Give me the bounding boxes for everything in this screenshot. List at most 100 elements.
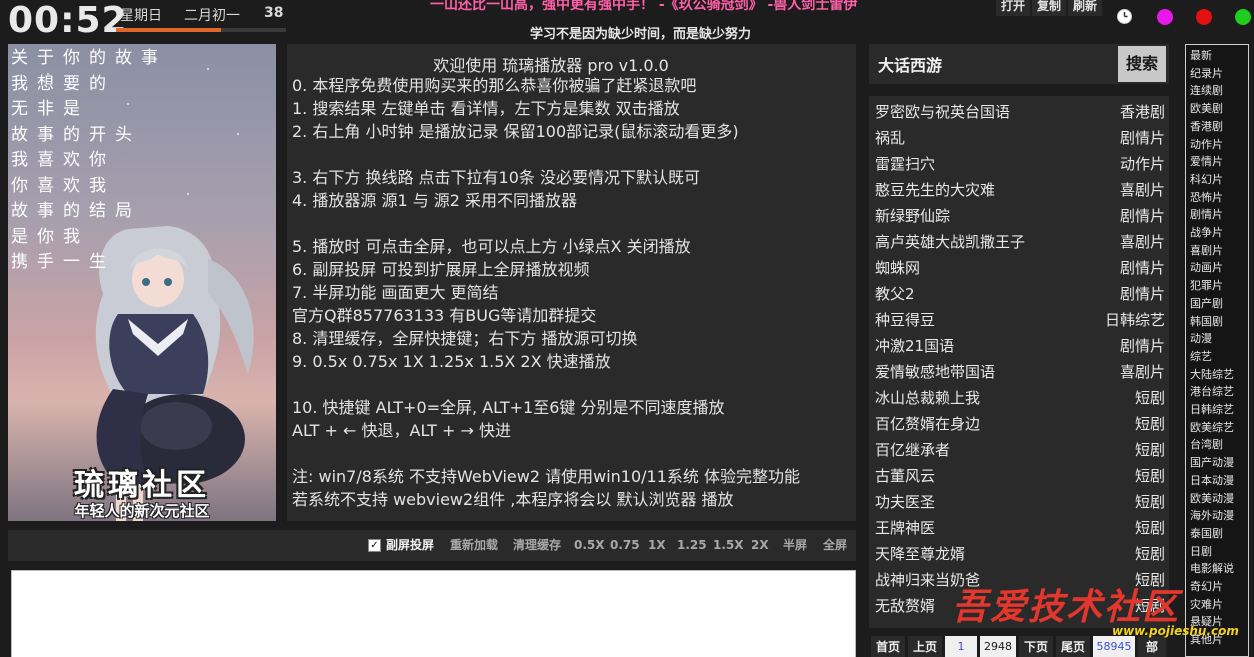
category-item[interactable]: 动作片 xyxy=(1190,136,1223,154)
info-line: 10. 快捷键 ALT+0=全屏, ALT+1至6键 分别是不同速度播放 xyxy=(292,398,725,417)
category-item[interactable]: 欧美剧 xyxy=(1190,100,1223,118)
maximize-dot-button[interactable] xyxy=(1196,9,1212,25)
result-row[interactable]: 教父2 剧情片 xyxy=(869,281,1169,307)
category-item[interactable]: 犯罪片 xyxy=(1190,277,1223,295)
result-title: 雷霆扫穴 xyxy=(875,155,936,173)
category-item[interactable]: 日本动漫 xyxy=(1190,472,1234,490)
speed-1-25x-button[interactable]: 1.25 xyxy=(677,530,707,561)
open-button[interactable]: 打开 xyxy=(996,0,1031,16)
result-genre: 短剧 xyxy=(1134,545,1165,563)
speed-1x-button[interactable]: 1X xyxy=(648,530,666,561)
poster-slogan: 年轻人的新次元社区 xyxy=(74,502,210,520)
category-item[interactable]: 海外动漫 xyxy=(1190,507,1234,525)
category-item[interactable]: 动画片 xyxy=(1190,259,1223,277)
half-screen-button[interactable]: 半屏 xyxy=(783,530,807,561)
result-row[interactable]: 新绿野仙踪 剧情片 xyxy=(869,203,1169,229)
category-item[interactable]: 国产动漫 xyxy=(1190,454,1234,472)
cast-screen-button[interactable]: 副屏投屏 xyxy=(386,530,434,561)
result-row[interactable]: 王牌神医 短剧 xyxy=(869,515,1169,541)
video-player-area[interactable] xyxy=(11,570,856,657)
result-title: 祸乱 xyxy=(875,129,906,147)
poster-verse-line: 携手一生 xyxy=(11,252,115,272)
poem-banner: 一山还比一山高，强中更有强中手！ -《玖公骑冠剑》 -兽人剑士雷伊 xyxy=(430,0,858,13)
poster-verse-line: 故事的结局 xyxy=(11,201,141,221)
category-item[interactable]: 欧美综艺 xyxy=(1190,419,1234,437)
result-row[interactable]: 种豆得豆 日韩综艺 xyxy=(869,307,1169,333)
speed-0-75x-button[interactable]: 0.75 xyxy=(610,530,640,561)
category-item[interactable]: 电影解说 xyxy=(1190,560,1234,578)
category-item[interactable]: 恐怖片 xyxy=(1190,189,1223,207)
result-row[interactable]: 冰山总裁赖上我 短剧 xyxy=(869,385,1169,411)
category-item[interactable]: 战争片 xyxy=(1190,224,1223,242)
result-row[interactable]: 百亿继承者 短剧 xyxy=(869,437,1169,463)
category-item[interactable]: 奇幻片 xyxy=(1190,578,1223,596)
category-item[interactable]: 韩国剧 xyxy=(1190,313,1223,331)
minimize-dot-button[interactable] xyxy=(1157,9,1173,25)
count-unit-label: 部 xyxy=(1138,636,1166,657)
prev-page-button[interactable]: 上页 xyxy=(908,636,942,657)
search-input[interactable] xyxy=(869,44,1113,84)
category-item[interactable]: 日剧 xyxy=(1190,543,1212,561)
result-row[interactable]: 爱情敏感地带国语 喜剧片 xyxy=(869,359,1169,385)
last-page-button[interactable]: 尾页 xyxy=(1056,636,1090,657)
clock-icon[interactable] xyxy=(1116,8,1133,25)
reload-button[interactable]: 重新加载 xyxy=(450,530,498,561)
result-row[interactable]: 雷霆扫穴 动作片 xyxy=(869,151,1169,177)
category-item[interactable]: 连续剧 xyxy=(1190,82,1223,100)
result-row[interactable]: 天降至尊龙婿 短剧 xyxy=(869,541,1169,567)
result-title: 爱情敏感地带国语 xyxy=(875,363,996,381)
current-page-input[interactable]: 1 xyxy=(945,636,977,657)
result-genre: 剧情片 xyxy=(1119,129,1165,147)
full-screen-button[interactable]: 全屏 xyxy=(823,530,847,561)
info-line: 1. 搜索结果 左键单击 看详情，左下方是集数 双击播放 xyxy=(292,99,680,118)
category-item[interactable]: 纪录片 xyxy=(1190,65,1223,83)
category-item[interactable]: 港台综艺 xyxy=(1190,383,1234,401)
result-row[interactable]: 憨豆先生的大灾难 喜剧片 xyxy=(869,177,1169,203)
result-title: 冰山总裁赖上我 xyxy=(875,389,981,407)
category-item[interactable]: 香港剧 xyxy=(1190,118,1223,136)
next-page-button[interactable]: 下页 xyxy=(1019,636,1053,657)
first-page-button[interactable]: 首页 xyxy=(871,636,905,657)
info-line xyxy=(292,143,800,166)
info-line: 注: win7/8系统 不支持WebView2 请使用win10/11系统 体验… xyxy=(292,467,800,486)
category-item[interactable]: 大陆综艺 xyxy=(1190,366,1234,384)
copy-button[interactable]: 复制 xyxy=(1032,0,1067,16)
category-item[interactable]: 喜剧片 xyxy=(1190,242,1223,260)
result-title: 罗密欧与祝英台国语 xyxy=(875,103,1011,121)
cast-checkbox[interactable]: ✓ xyxy=(368,539,381,552)
result-row[interactable]: 祸乱 剧情片 xyxy=(869,125,1169,151)
result-row[interactable]: 罗密欧与祝英台国语 香港剧 xyxy=(869,99,1169,125)
category-item[interactable]: 动漫 xyxy=(1190,330,1212,348)
watermark-url: www.pojieshu.com xyxy=(1112,624,1239,638)
close-dot-button[interactable] xyxy=(1235,9,1251,25)
category-item[interactable]: 综艺 xyxy=(1190,348,1212,366)
category-item[interactable]: 国产剧 xyxy=(1190,295,1223,313)
category-item[interactable]: 最新 xyxy=(1190,47,1212,65)
motto-banner: 学习不是因为缺少时间，而是缺少努力 xyxy=(530,27,752,42)
speed-1-5x-button[interactable]: 1.5X xyxy=(713,530,744,561)
result-row[interactable]: 高卢英雄大战凯撒王子 喜剧片 xyxy=(869,229,1169,255)
week-number-label: 38 xyxy=(264,5,284,21)
search-button[interactable]: 搜索 xyxy=(1118,46,1166,82)
category-item[interactable]: 爱情片 xyxy=(1190,153,1223,171)
result-title: 王牌神医 xyxy=(875,519,936,537)
result-row[interactable]: 百亿赘婿在身边 短剧 xyxy=(869,411,1169,437)
category-item[interactable]: 科幻片 xyxy=(1190,171,1223,189)
result-row[interactable]: 冲激21国语 剧情片 xyxy=(869,333,1169,359)
clear-cache-button[interactable]: 清理缓存 xyxy=(513,530,561,561)
info-line: ALT + ← 快退，ALT + → 快进 xyxy=(292,421,512,440)
result-row[interactable]: 功夫医圣 短剧 xyxy=(869,489,1169,515)
category-item[interactable]: 日韩综艺 xyxy=(1190,401,1234,419)
category-item[interactable]: 台湾剧 xyxy=(1190,436,1223,454)
result-title: 无敌赘婿 xyxy=(875,597,936,615)
category-item[interactable]: 泰国剧 xyxy=(1190,525,1223,543)
speed-2x-button[interactable]: 2X xyxy=(751,530,769,561)
result-row[interactable]: 古董风云 短剧 xyxy=(869,463,1169,489)
info-title: 欢迎使用 琉璃播放器 pro v1.0.0 xyxy=(433,56,669,75)
category-item[interactable]: 灾难片 xyxy=(1190,596,1223,614)
category-item[interactable]: 欧美动漫 xyxy=(1190,490,1234,508)
refresh-button[interactable]: 刷新 xyxy=(1068,0,1103,16)
category-item[interactable]: 剧情片 xyxy=(1190,206,1223,224)
result-row[interactable]: 蜘蛛网 剧情片 xyxy=(869,255,1169,281)
speed-0-5x-button[interactable]: 0.5X xyxy=(574,530,605,561)
